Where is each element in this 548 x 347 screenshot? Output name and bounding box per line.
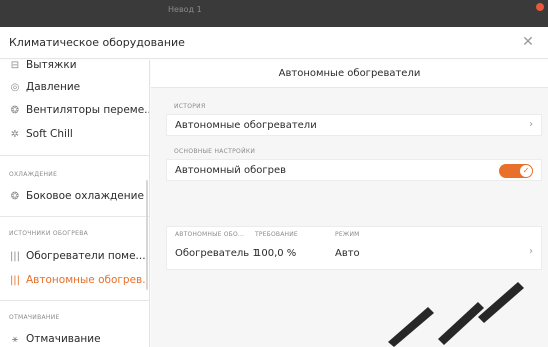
table-header: АВТОНОМНЫЕ ОБО... [175, 231, 245, 238]
history-row-label: Автономные обогреватели [175, 119, 317, 131]
section-label-history: ИСТОРИЯ [174, 103, 206, 110]
sidebar-item-label: Давление [26, 81, 81, 93]
sidebar-item-soft-chill[interactable]: ✲ Soft Chill [0, 123, 149, 145]
check-icon: ✓ [520, 165, 532, 177]
sidebar-section-cooling: ОХЛАЖДЕНИЕ [9, 171, 58, 178]
sidebar-item-label: Боковое охлаждение [26, 190, 144, 202]
sidebar-item-label: Автономные обогрев... [26, 274, 150, 286]
sidebar-divider [0, 300, 149, 301]
sidebar-item-side-cooling[interactable]: ❂ Боковое охлаждение [0, 185, 149, 207]
autonomous-heating-toggle[interactable]: ✓ [499, 164, 533, 178]
chevron-right-icon: › [529, 119, 533, 130]
autonomous-heating-label: Автономный обогрев [175, 164, 287, 176]
sidebar-item-exhausts[interactable]: ⊟ Вытяжки [0, 60, 149, 76]
status-dot [536, 3, 544, 11]
sidebar: ⊟ Вытяжки ◎ Давление ❂ Вентиляторы перем… [0, 60, 150, 347]
close-icon[interactable]: ✕ [520, 34, 536, 50]
sidebar-item-label: Вытяжки [26, 60, 77, 71]
fan-icon: ❂ [10, 104, 20, 116]
exhaust-icon: ⊟ [10, 60, 20, 71]
chevron-right-icon: › [529, 246, 533, 257]
page-title: Автономные обогреватели [278, 68, 421, 79]
heater-icon: ||| [9, 250, 21, 262]
content-header: Автономные обогреватели [151, 60, 548, 88]
autonomous-heating-row: Автономный обогрев ✓ [166, 159, 542, 181]
sidebar-item-room-heaters[interactable]: ||| Обогреватели поме... [0, 245, 149, 267]
sidebar-item-autonomous-heaters[interactable]: ||| Автономные обогрев... [0, 269, 150, 291]
sidebar-divider [0, 155, 149, 156]
table-cell-demand: 100,0 % [255, 248, 297, 259]
sidebar-scrollbar[interactable] [146, 180, 148, 290]
window-title: Невод 1 [168, 5, 202, 14]
pressure-gauge-icon: ◎ [10, 81, 20, 93]
dialog-header: Климатическое оборудование ✕ [0, 27, 548, 59]
soft-chill-icon: ✲ [10, 128, 20, 140]
sidebar-item-label: Вентиляторы переме... [26, 104, 150, 116]
sidebar-item-circulation-fans[interactable]: ❂ Вентиляторы переме... [0, 99, 150, 121]
window-topbar: Невод 1 [0, 0, 548, 27]
table-cell-mode: Авто [335, 248, 360, 259]
heater-icon: ||| [9, 274, 21, 286]
side-cooling-icon: ❂ [10, 190, 20, 202]
section-label-basic-settings: ОСНОВНЫЕ НАСТРОЙКИ [174, 148, 256, 155]
sidebar-divider [0, 216, 149, 217]
sidebar-section-heating: ИСТОЧНИКИ ОБОГРЕВА [9, 230, 89, 237]
dialog-title: Климатическое оборудование [9, 36, 185, 49]
table-header: ТРЕБОВАНИЕ [255, 231, 298, 238]
content-panel: Автономные обогреватели ИСТОРИЯ Автономн… [151, 60, 548, 347]
heaters-table: АВТОНОМНЫЕ ОБО... ТРЕБОВАНИЕ РЕЖИМ Обогр… [166, 226, 542, 270]
table-cell-name: Обогреватель 1 [175, 248, 259, 259]
sidebar-section-soaking: ОТМАЧИВАНИЕ [9, 314, 60, 321]
climate-dialog: Климатическое оборудование ✕ ⊟ Вытяжки ◎… [0, 27, 548, 347]
history-row[interactable]: Автономные обогреватели › [166, 114, 542, 136]
sidebar-item-label: Soft Chill [26, 128, 73, 140]
sidebar-item-pressure[interactable]: ◎ Давление [0, 76, 149, 98]
table-header: РЕЖИМ [335, 231, 360, 238]
sidebar-item-label: Отмачивание [26, 333, 101, 345]
soaking-icon: ⚹ [12, 333, 18, 345]
sidebar-item-label: Обогреватели поме... [26, 250, 146, 262]
sidebar-item-soaking[interactable]: ⚹ Отмачивание [0, 328, 149, 347]
